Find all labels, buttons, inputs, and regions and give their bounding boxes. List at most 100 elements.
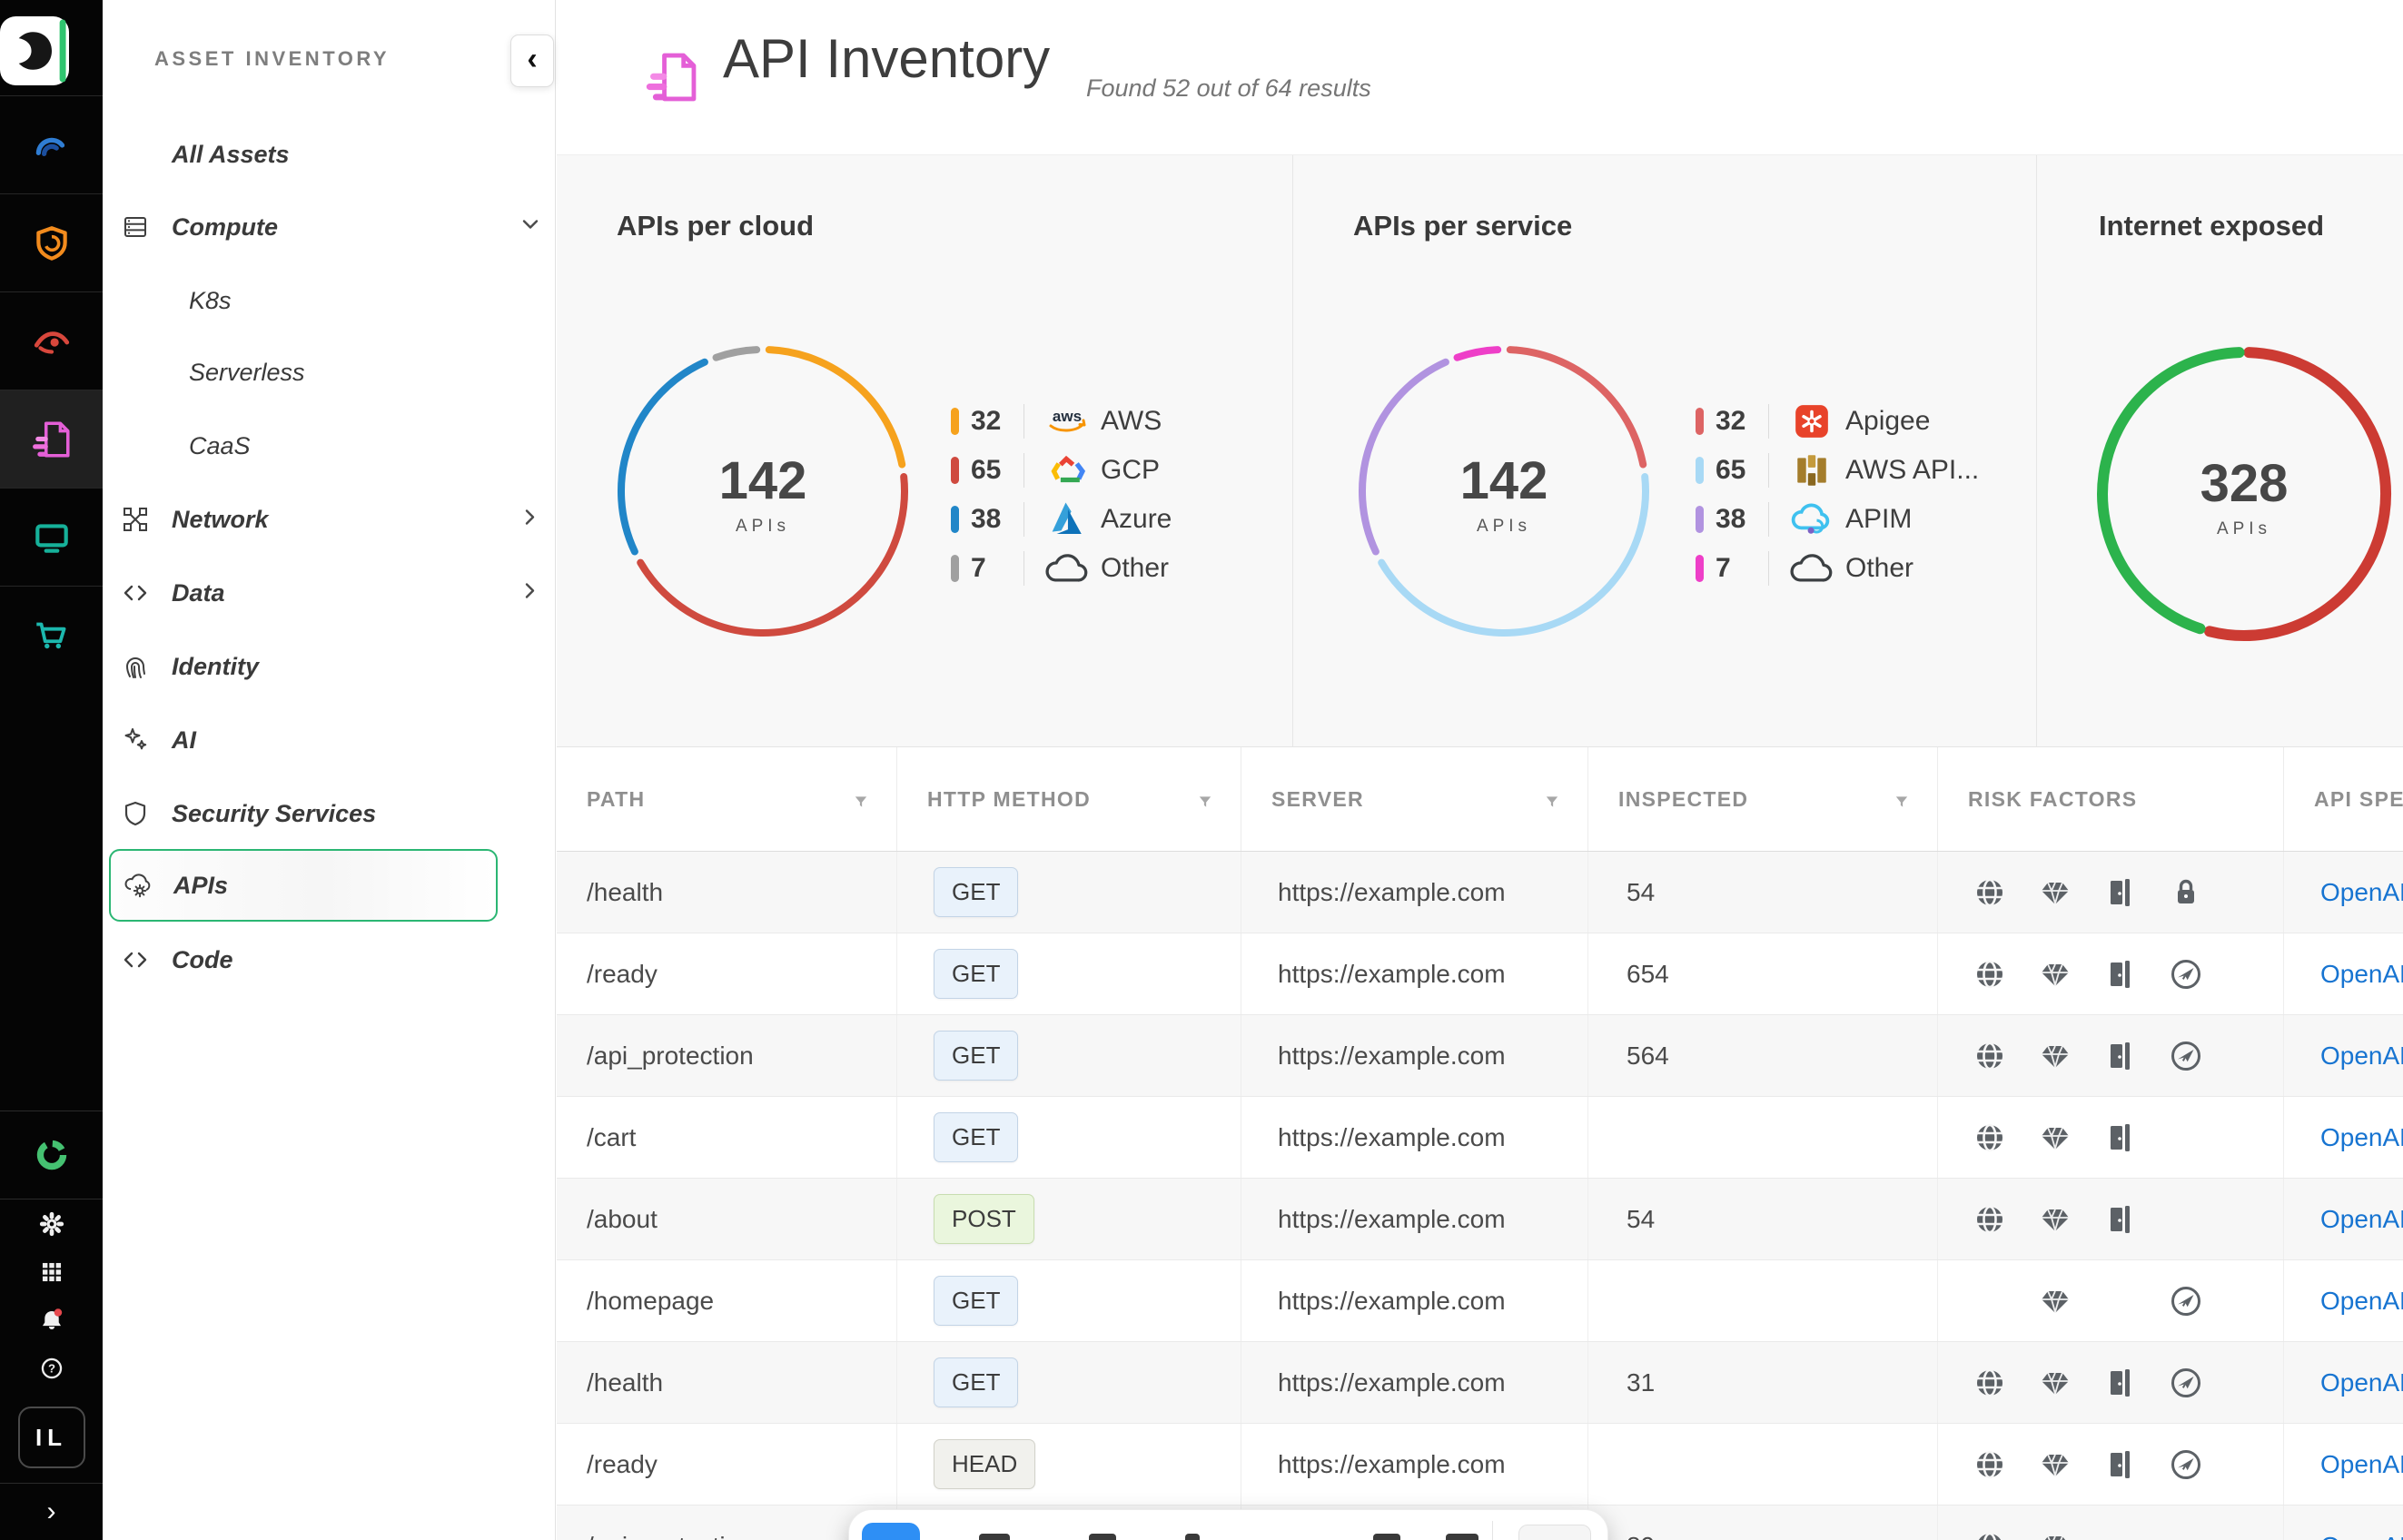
api-spec-link[interactable]: OpenAPI (2320, 1205, 2403, 1234)
toolbar-glyph[interactable] (1185, 1534, 1200, 1540)
legend-value: 38 (971, 504, 1024, 535)
shield-icon (121, 799, 150, 828)
legend-value: 32 (971, 406, 1024, 437)
sidebar-item-k8s[interactable]: K8s (103, 264, 556, 337)
api-spec-link[interactable]: OpenAPI (2320, 1532, 2403, 1540)
sidebar-item-identity[interactable]: Identity (103, 630, 556, 703)
legend-value: 7 (971, 553, 1024, 584)
toolbar-glyph[interactable] (1373, 1534, 1400, 1540)
rail-bottom: ? (0, 1111, 103, 1392)
filter-funnel-icon[interactable] (1197, 791, 1213, 807)
sidebar-item-serverless[interactable]: Serverless (103, 336, 556, 409)
legend-divider (1768, 551, 1769, 586)
legend-value: 65 (971, 455, 1024, 486)
rail-item[interactable] (0, 291, 103, 390)
toolbar-glyph[interactable] (1089, 1534, 1116, 1540)
api-table: PATHHTTP METHODSERVERINSPECTEDRISK FACTO… (557, 747, 2403, 1540)
table-row[interactable]: /homepageGEThttps://example.comOpenAPI (557, 1260, 2403, 1342)
filter-funnel-icon[interactable] (1894, 791, 1910, 807)
sidebar-item-label: Security Services (172, 800, 376, 828)
chevron-left-icon: ‹ (527, 44, 537, 74)
rail-item[interactable] (0, 1199, 103, 1248)
column-header-label: HTTP METHOD (927, 787, 1091, 812)
rail-item[interactable] (0, 586, 103, 684)
sidebar-item-all-assets[interactable]: All Assets (103, 118, 556, 191)
api-spec-link[interactable]: OpenAPI (2320, 960, 2403, 989)
table-row[interactable]: /healthGEThttps://example.com54OpenAPI (557, 852, 2403, 933)
table-row[interactable]: /readyHEADhttps://example.comOpenAPI (557, 1424, 2403, 1505)
api-spec-link[interactable]: OpenAPI (2320, 1041, 2403, 1071)
cell-risk-factors (1938, 1015, 2284, 1096)
sidebar-item-security-services[interactable]: Security Services (103, 777, 556, 850)
table-row[interactable]: /cartGEThttps://example.comOpenAPI (557, 1097, 2403, 1179)
globe-icon (1957, 956, 2022, 992)
rail-item[interactable] (0, 390, 103, 488)
table-row[interactable]: /aboutPOSThttps://example.com54OpenAPI (557, 1179, 2403, 1260)
api-spec-link[interactable]: OpenAPI (2320, 1368, 2403, 1397)
toolbar-glyph[interactable] (1446, 1534, 1478, 1540)
shield-orange-icon (31, 222, 73, 264)
rail-item[interactable] (0, 95, 103, 193)
rail-item[interactable] (0, 193, 103, 291)
rail-item[interactable] (0, 488, 103, 586)
plane-icon (2153, 1038, 2219, 1074)
help-icon: ? (36, 1353, 67, 1384)
rail-item[interactable] (0, 1296, 103, 1344)
api-spec-link[interactable]: OpenAPI (2320, 1287, 2403, 1316)
toolbar-primary-action-button[interactable] (862, 1523, 920, 1540)
sidebar-collapse-button[interactable]: ‹ (510, 35, 554, 87)
rail-item[interactable] (0, 1248, 103, 1296)
chart-legend: 32Apigee65AWS API...38APIM7Other (1696, 397, 1979, 593)
apps-grid-icon (36, 1257, 67, 1288)
rail-top (0, 0, 103, 684)
sidebar: ASSET INVENTORY ‹ All AssetsComputeK8sSe… (103, 0, 556, 1540)
legend-label: Other (1101, 553, 1169, 584)
rail-item-logo[interactable] (0, 16, 69, 85)
table-row[interactable]: /api_protectionGEThttps://example.com564… (557, 1015, 2403, 1097)
api-spec-link[interactable]: OpenAPI (2320, 878, 2403, 907)
table-row[interactable]: /readyGEThttps://example.com654OpenAPI (557, 933, 2403, 1015)
globe-icon (1957, 1038, 2022, 1074)
floating-toolbar (848, 1509, 1608, 1540)
cell-risk-factors (1938, 1179, 2284, 1259)
legend-label: Azure (1101, 504, 1172, 535)
sidebar-item-apis[interactable]: APIs (109, 849, 498, 922)
toolbar-secondary-button[interactable] (1518, 1525, 1591, 1540)
user-avatar-button[interactable]: IL (18, 1407, 85, 1468)
cell-path: /ready (557, 933, 897, 1014)
sidebar-item-network[interactable]: Network (103, 483, 556, 556)
sidebar-item-data[interactable]: Data (103, 557, 556, 629)
rail-item[interactable]: ? (0, 1344, 103, 1392)
http-method-chip: GET (934, 1031, 1018, 1081)
sidebar-item-ai[interactable]: AI (103, 704, 556, 776)
toolbar-divider (1492, 1521, 1493, 1540)
sidebar-item-code[interactable]: Code (103, 923, 556, 996)
cloud-icon (1787, 548, 1836, 588)
sidebar-item-label: Code (172, 946, 233, 974)
cart-icon (31, 615, 73, 656)
chart-panel-apis-per-cloud: APIs per cloud 142 APIs 32awsAWS65GCP38A… (557, 155, 1292, 746)
legend-label: Apigee (1845, 406, 1930, 437)
filter-funnel-icon[interactable] (1544, 791, 1560, 807)
legend-value: 7 (1716, 553, 1768, 584)
sidebar-item-label: Compute (172, 213, 278, 242)
sidebar-item-caas[interactable]: CaaS (103, 410, 556, 482)
cell-risk-factors (1938, 1342, 2284, 1423)
globe-icon (1957, 1365, 2022, 1401)
toolbar-glyph[interactable] (979, 1534, 1010, 1540)
globe-icon (1957, 1201, 2022, 1238)
api-spec-link[interactable]: OpenAPI (2320, 1450, 2403, 1479)
filter-funnel-icon[interactable] (853, 791, 869, 807)
sidebar-item-compute[interactable]: Compute (103, 191, 556, 263)
rail-expand-button[interactable]: › (0, 1483, 103, 1540)
api-spec-link[interactable]: OpenAPI (2320, 1123, 2403, 1152)
table-row[interactable]: /healthGEThttps://example.com31OpenAPI (557, 1342, 2403, 1424)
apim-icon (1787, 499, 1836, 539)
cell-server: https://example.com (1241, 933, 1588, 1014)
rail-item[interactable] (0, 1111, 103, 1199)
aws-icon: aws (1043, 401, 1092, 441)
door-icon (2088, 956, 2153, 992)
column-header-label: PATH (587, 787, 645, 812)
sidebar-item-label: APIs (173, 872, 228, 900)
charts-section: APIs per cloud 142 APIs 32awsAWS65GCP38A… (557, 154, 2403, 747)
